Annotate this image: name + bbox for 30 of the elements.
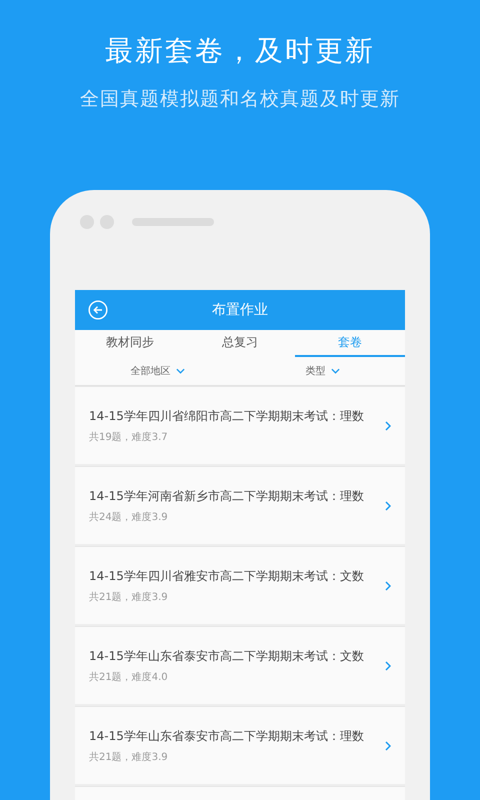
paper-info: 共21题，难度4.0: [89, 670, 169, 684]
paper-title: 14-15学年山东省泰安市高二下学期期末考试：理数: [89, 728, 365, 744]
paper-info: 共24题，难度3.9: [89, 510, 169, 524]
chevron-icon: [385, 660, 391, 670]
caret-icon: [330, 368, 340, 374]
filter-dropdown[interactable]: 全部地区: [75, 357, 240, 385]
paper-info: 共21题，难度3.9: [89, 590, 169, 604]
paper-item[interactable]: 14-15学年河南省新乡市高二下学期期末考试：理数 共24题，难度3.9: [75, 466, 405, 544]
chevron-icon: [385, 420, 391, 430]
chevron-icon: [385, 580, 391, 590]
headline: 最新套卷，及时更新: [105, 33, 375, 69]
caret-icon: [176, 368, 184, 374]
chevron-icon: [385, 500, 391, 510]
paper-title: 14-15学年河南省新乡市高二下学期期末考试：理数: [89, 488, 365, 504]
paper-title: 14-15学年四川省雅安市高二下学期期末考试：文数: [89, 568, 365, 584]
screen-title: 布置作业: [212, 301, 268, 319]
paper-info: 共21题，难度3.9: [89, 750, 169, 764]
tab[interactable]: 总复习: [185, 330, 295, 357]
filter-dropdown[interactable]: 类型: [240, 357, 405, 385]
chevron-icon: [385, 740, 391, 750]
subheadline: 全国真题模拟题和名校真题及时更新: [80, 87, 400, 112]
paper-info: 共19题，难度3.7: [89, 430, 169, 444]
paper-item[interactable]: 14-15学年山东省泰安市高二下学期期末考试：理数 共21题，难度3.9: [75, 706, 405, 784]
paper-item[interactable]: 14-15学年山东省泰安市高二下学期期末考试：文数 共21题，难度4.0: [75, 626, 405, 704]
tab[interactable]: 教材同步: [75, 330, 185, 357]
back-icon[interactable]: [88, 300, 108, 320]
paper-title: 14-15学年四川省绵阳市高二下学期期末考试：理数: [89, 408, 365, 424]
paper-title: 14-15学年山东省泰安市高二下学期期末考试：文数: [89, 648, 365, 664]
paper-item[interactable]: 14-15学年四川省绵阳市高二下学期期末考试：理数 共19题，难度3.7: [75, 386, 405, 464]
paper-item[interactable]: 14-15学年四川省雅安市高二下学期期末考试：文数 共21题，难度3.9: [75, 546, 405, 624]
